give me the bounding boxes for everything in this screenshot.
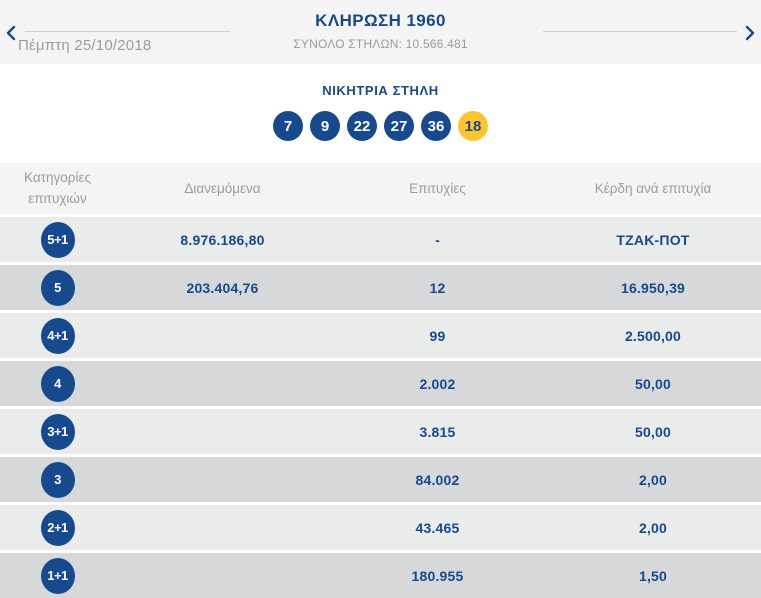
winners-count: 3.815 bbox=[419, 423, 456, 440]
column-header-categories: Κατηγορίες επιτυχιών bbox=[24, 170, 91, 206]
category-badge: 4+1 bbox=[40, 317, 75, 354]
chevron-right-icon bbox=[745, 25, 755, 41]
winning-number-ball: 36 bbox=[421, 111, 451, 141]
category-badge: 1+1 bbox=[40, 557, 75, 594]
winning-number-ball: 27 bbox=[384, 111, 414, 141]
column-header-distributed: Διανεμόμενα bbox=[184, 181, 261, 196]
prize-per-winner: 50,00 bbox=[634, 423, 672, 440]
distributed-amount: 203.404,76 bbox=[186, 279, 259, 296]
column-header-prize: Κέρδη ανά επιτυχία bbox=[594, 181, 712, 196]
draw-title: ΚΛΗΡΩΣΗ 1960 bbox=[315, 11, 446, 30]
table-body: 5+1 8.976.186,80 - ΤΖΑΚ-ΠΟΤ 5 203.404,76… bbox=[0, 217, 761, 598]
winners-count: 99 bbox=[429, 327, 446, 344]
winning-number-ball: 22 bbox=[347, 111, 377, 141]
table-row: 3 84.002 2,00 bbox=[0, 457, 761, 502]
prize-per-winner: 2,00 bbox=[638, 519, 668, 536]
table-row: 4+1 99 2.500,00 bbox=[0, 313, 761, 358]
winners-count: 84.002 bbox=[415, 471, 460, 488]
winning-number-ball: 7 bbox=[273, 111, 303, 141]
prize-per-winner: ΤΖΑΚ-ΠΟΤ bbox=[616, 231, 690, 248]
distributed-amount: 8.976.186,80 bbox=[180, 231, 265, 248]
table-row: 5 203.404,76 12 16.950,39 bbox=[0, 265, 761, 310]
table-row: 1+1 180.955 1,50 bbox=[0, 553, 761, 598]
table-row: 4 2.002 50,00 bbox=[0, 361, 761, 406]
next-draw-button[interactable] bbox=[739, 21, 761, 45]
category-badge: 5 bbox=[40, 269, 75, 306]
winning-numbers: 7 9 22 27 36 18 bbox=[0, 111, 761, 141]
table-row: 3+1 3.815 50,00 bbox=[0, 409, 761, 454]
winners-count: - bbox=[435, 231, 440, 248]
category-badge: 5+1 bbox=[40, 221, 75, 258]
joker-draw-results-page: Πέμπτη 25/10/2018 ΚΛΗΡΩΣΗ 1960 ΣΥΝΟΛΟ ΣΤ… bbox=[0, 0, 761, 598]
total-columns-value: 10.566.481 bbox=[405, 37, 468, 51]
winning-column-section: ΝΙΚΗΤΡΙΑ ΣΤΗΛΗ 7 9 22 27 36 18 bbox=[0, 64, 761, 163]
draw-header: Πέμπτη 25/10/2018 ΚΛΗΡΩΣΗ 1960 ΣΥΝΟΛΟ ΣΤ… bbox=[0, 0, 761, 64]
prize-per-winner: 2,00 bbox=[638, 471, 668, 488]
prize-per-winner: 50,00 bbox=[634, 375, 672, 392]
prize-per-winner: 2.500,00 bbox=[624, 327, 682, 344]
results-table: Κατηγορίες επιτυχιών Διανεμόμενα Επιτυχί… bbox=[0, 163, 761, 598]
category-badge: 4 bbox=[40, 365, 75, 402]
total-columns: ΣΥΝΟΛΟ ΣΤΗΛΩΝ: 10.566.481 bbox=[0, 37, 761, 51]
table-row: 5+1 8.976.186,80 - ΤΖΑΚ-ΠΟΤ bbox=[0, 217, 761, 262]
winning-number-ball: 9 bbox=[310, 111, 340, 141]
winners-count: 43.465 bbox=[415, 519, 460, 536]
table-header-row: Κατηγορίες επιτυχιών Διανεμόμενα Επιτυχί… bbox=[0, 163, 761, 214]
winning-column-label: ΝΙΚΗΤΡΙΑ ΣΤΗΛΗ bbox=[322, 83, 439, 98]
category-badge: 3+1 bbox=[40, 413, 75, 450]
prize-per-winner: 16.950,39 bbox=[620, 279, 686, 296]
table-row: 2+1 43.465 2,00 bbox=[0, 505, 761, 550]
prize-per-winner: 1,50 bbox=[638, 567, 668, 584]
category-badge: 3 bbox=[40, 461, 75, 498]
winners-count: 2.002 bbox=[419, 375, 456, 392]
total-columns-label: ΣΥΝΟΛΟ ΣΤΗΛΩΝ: bbox=[293, 37, 403, 51]
header-divider-right bbox=[543, 31, 737, 32]
winners-count: 12 bbox=[429, 279, 446, 296]
column-header-winners: Επιτυχίες bbox=[409, 181, 466, 196]
joker-number-ball: 18 bbox=[458, 111, 488, 141]
category-badge: 2+1 bbox=[40, 509, 75, 546]
winners-count: 180.955 bbox=[411, 567, 464, 584]
